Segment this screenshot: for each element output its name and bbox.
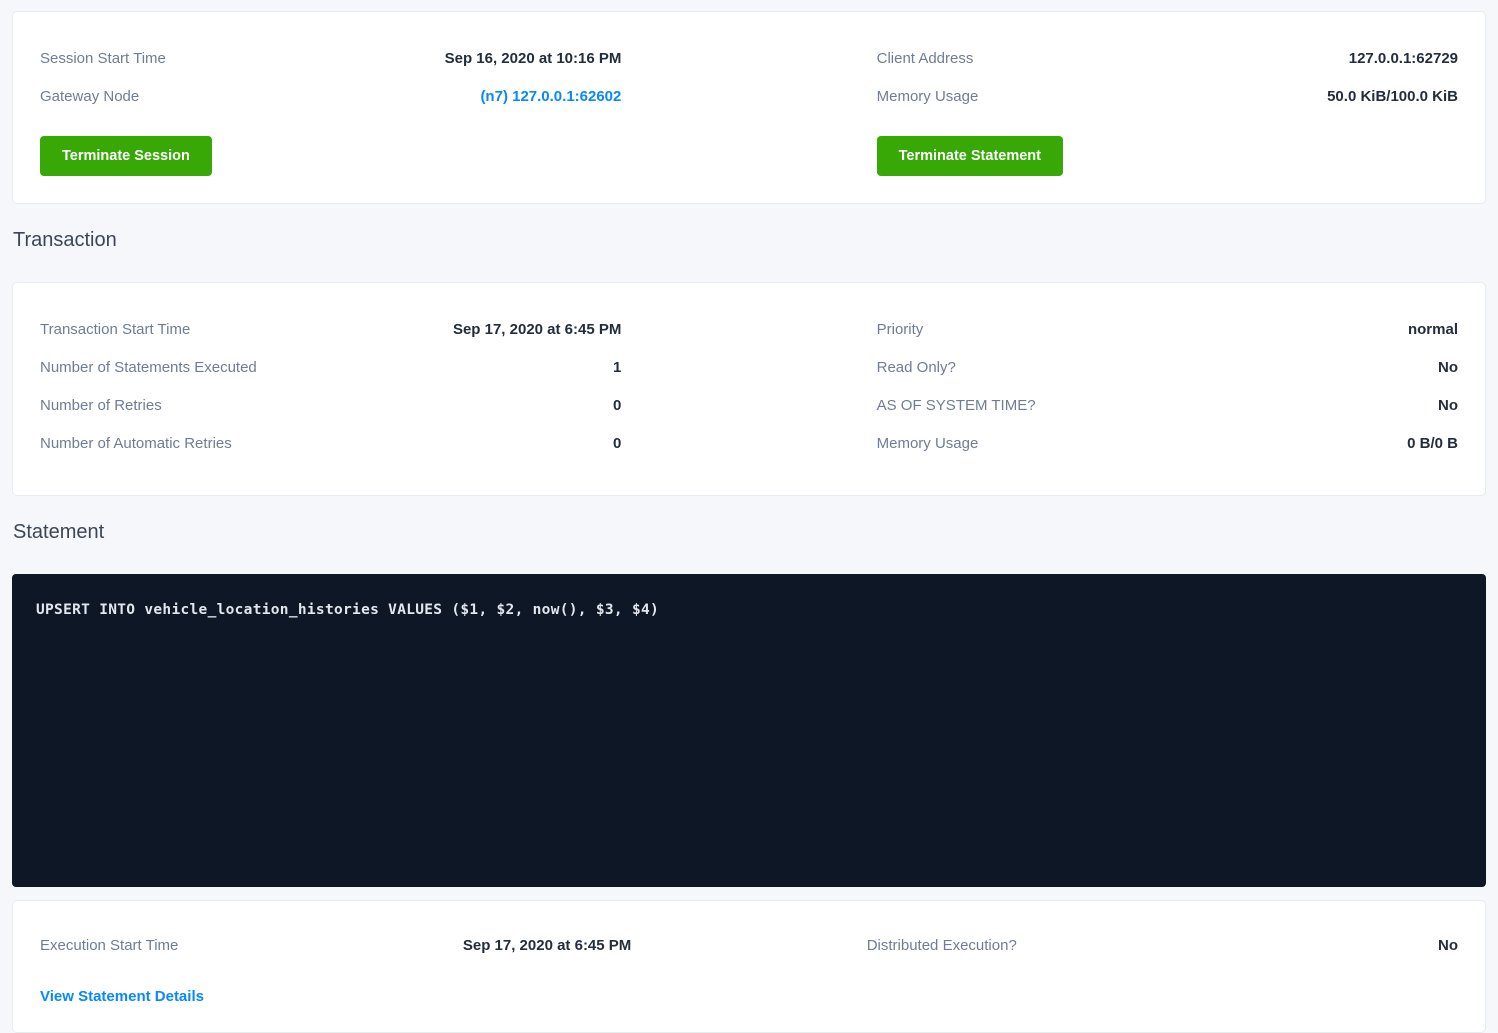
automatic-retries-row: Number of Automatic Retries 0 [40,433,621,455]
field-label: Number of Statements Executed [40,357,257,379]
sql-statement-box: UPSERT INTO vehicle_location_histories V… [12,574,1486,887]
field-label: Distributed Execution? [867,935,1017,957]
gateway-node-row: Gateway Node (n7) 127.0.0.1:62602 [40,86,621,108]
field-value: 1 [613,357,621,379]
session-memory-usage-row: Memory Usage 50.0 KiB/100.0 KiB [877,86,1458,108]
priority-row: Priority normal [877,319,1458,341]
field-label: AS OF SYSTEM TIME? [877,395,1036,417]
field-label: Memory Usage [877,86,979,108]
transaction-card-right-column: Priority normal Read Only? No AS OF SYST… [877,319,1458,455]
read-only-row: Read Only? No [877,357,1458,379]
client-address-row: Client Address 127.0.0.1:62729 [877,48,1458,70]
field-label: Number of Automatic Retries [40,433,232,455]
field-value: 0 B/0 B [1407,433,1458,455]
field-label: Execution Start Time [40,935,178,957]
transaction-card-left-column: Transaction Start Time Sep 17, 2020 at 6… [40,319,621,455]
field-value: normal [1408,319,1458,341]
field-value: No [1438,357,1458,379]
field-value: 50.0 KiB/100.0 KiB [1327,86,1458,108]
statements-executed-row: Number of Statements Executed 1 [40,357,621,379]
field-value: Sep 17, 2020 at 6:45 PM [463,935,631,957]
statement-section-title: Statement [13,521,1486,544]
execution-summary-card: Execution Start Time Sep 17, 2020 at 6:4… [12,900,1486,1033]
field-value: 0 [613,395,621,417]
session-summary-card: Session Start Time Sep 16, 2020 at 10:16… [12,11,1486,204]
session-details-page: Session Start Time Sep 16, 2020 at 10:16… [0,0,1498,1033]
execution-card-right-column: Distributed Execution? No [867,935,1458,1008]
session-card-right-column: Client Address 127.0.0.1:62729 Memory Us… [877,48,1458,176]
execution-card-left-column: Execution Start Time Sep 17, 2020 at 6:4… [40,935,631,1008]
distributed-execution-row: Distributed Execution? No [867,935,1458,957]
field-label: Memory Usage [877,433,979,455]
number-of-retries-row: Number of Retries 0 [40,395,621,417]
terminate-statement-button[interactable]: Terminate Statement [877,136,1063,176]
session-start-time-row: Session Start Time Sep 16, 2020 at 10:16… [40,48,621,70]
as-of-system-time-row: AS OF SYSTEM TIME? No [877,395,1458,417]
session-card-left-column: Session Start Time Sep 16, 2020 at 10:16… [40,48,621,176]
gateway-node-link[interactable]: (n7) 127.0.0.1:62602 [480,86,621,108]
field-value: 0 [613,433,621,455]
field-label: Transaction Start Time [40,319,190,341]
execution-start-time-row: Execution Start Time Sep 17, 2020 at 6:4… [40,935,631,957]
field-label: Priority [877,319,924,341]
field-label: Number of Retries [40,395,162,417]
transaction-memory-usage-row: Memory Usage 0 B/0 B [877,433,1458,455]
field-value: Sep 17, 2020 at 6:45 PM [453,319,621,341]
field-label: Client Address [877,48,974,70]
field-label: Gateway Node [40,86,139,108]
field-value: No [1438,395,1458,417]
transaction-start-time-row: Transaction Start Time Sep 17, 2020 at 6… [40,319,621,341]
field-value: Sep 16, 2020 at 10:16 PM [445,48,622,70]
field-label: Session Start Time [40,48,166,70]
field-value: 127.0.0.1:62729 [1349,48,1458,70]
field-label: Read Only? [877,357,956,379]
terminate-session-button[interactable]: Terminate Session [40,136,212,176]
sql-statement-text: UPSERT INTO vehicle_location_histories V… [36,602,659,618]
transaction-section-title: Transaction [13,229,1486,252]
field-value: No [1438,935,1458,957]
transaction-summary-card: Transaction Start Time Sep 17, 2020 at 6… [12,282,1486,496]
